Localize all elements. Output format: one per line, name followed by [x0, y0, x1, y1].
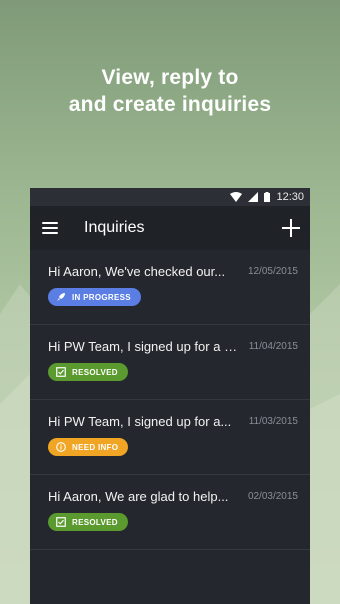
inquiry-date: 11/03/2015	[248, 416, 298, 427]
inquiry-date: 02/03/2015	[247, 491, 298, 502]
status-time: 12:30	[276, 191, 304, 203]
inquiry-message: Hi PW Team, I signed up for a 15...	[48, 339, 243, 354]
phone-screen: 12:30 Inquiries Hi Aaron, We've checked …	[30, 188, 310, 604]
rocket-icon	[57, 293, 65, 301]
signal-icon	[248, 192, 259, 202]
wifi-icon	[230, 192, 243, 202]
promo-line-1: View, reply to	[101, 66, 239, 89]
promo-line-2: and create inquiries	[68, 93, 272, 116]
add-inquiry-button[interactable]	[282, 219, 300, 237]
status-badge: IN PROGRESS	[48, 288, 141, 306]
status-badge: RESOLVED	[48, 513, 128, 531]
status-label: NEED INFO	[72, 442, 119, 452]
status-bar: 12:30	[30, 188, 310, 206]
info-icon	[56, 442, 66, 452]
check-box-icon	[56, 367, 66, 377]
inquiry-item[interactable]: Hi PW Team, I signed up for a 15... 11/0…	[30, 325, 310, 400]
inquiry-list: Hi Aaron, We've checked our... 12/05/201…	[30, 250, 310, 550]
inquiry-item[interactable]: Hi Aaron, We are glad to help... 02/03/2…	[30, 475, 310, 550]
battery-icon	[264, 192, 271, 202]
inquiry-date: 11/04/2015	[248, 341, 298, 352]
status-label: RESOLVED	[72, 517, 118, 527]
status-badge: NEED INFO	[48, 438, 129, 456]
hamburger-menu-icon[interactable]	[42, 222, 58, 234]
inquiry-item[interactable]: Hi PW Team, I signed up for a... 11/03/2…	[30, 400, 310, 475]
inquiry-date: 12/05/2015	[247, 266, 298, 277]
status-badge: RESOLVED	[48, 363, 128, 381]
status-label: RESOLVED	[72, 367, 118, 377]
check-box-icon	[56, 517, 66, 527]
inquiry-message: Hi Aaron, We've checked our...	[48, 264, 226, 279]
promo-headline: View, reply to and create inquiries	[0, 64, 340, 118]
inquiry-message: Hi PW Team, I signed up for a...	[48, 414, 232, 429]
inquiry-item[interactable]: Hi Aaron, We've checked our... 12/05/201…	[30, 250, 310, 325]
inquiry-message: Hi Aaron, We are glad to help...	[48, 489, 229, 504]
page-title: Inquiries	[84, 219, 145, 236]
app-bar: Inquiries	[30, 206, 310, 250]
status-label: IN PROGRESS	[72, 292, 131, 302]
